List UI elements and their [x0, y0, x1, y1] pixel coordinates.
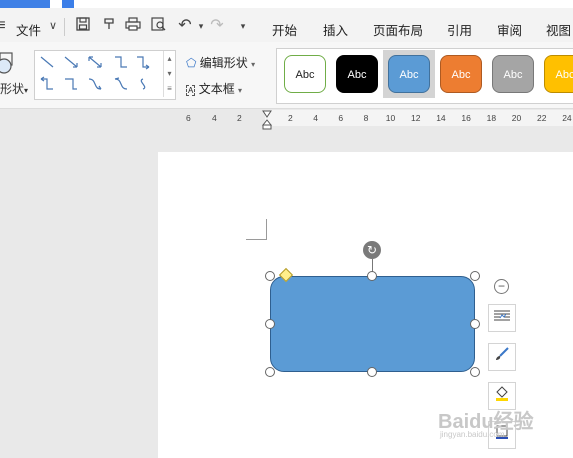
rounded-rectangle-shape[interactable]: [270, 276, 475, 372]
brush-icon: [496, 347, 509, 360]
resize-handle-top-right[interactable]: [470, 271, 480, 281]
indent-marker-icon[interactable]: [262, 110, 272, 130]
file-menu[interactable]: 文件: [16, 20, 41, 39]
style-sample-2[interactable]: Abc: [336, 55, 378, 93]
resize-handle-top[interactable]: [367, 271, 377, 281]
menu-icon[interactable]: ≡: [0, 17, 6, 35]
connector-shapes-icon[interactable]: [35, 51, 163, 97]
ruler-tick-label: 2: [237, 113, 242, 123]
text-box-icon: A: [186, 85, 196, 96]
gallery-scrollbar[interactable]: ▴ ▾ ≡: [163, 51, 175, 97]
customize-toolbar-icon[interactable]: ▾: [234, 17, 252, 35]
text-box-button[interactable]: A 文本框 ▾: [186, 80, 242, 97]
shape-style-button[interactable]: [488, 343, 516, 371]
resize-handle-bottom[interactable]: [367, 367, 377, 377]
document-tab-strip: [0, 0, 573, 8]
scroll-down-icon[interactable]: ▾: [164, 66, 175, 81]
tab-page-layout[interactable]: 页面布局: [373, 20, 423, 39]
resize-handle-left[interactable]: [265, 319, 275, 329]
ruler-tick-label: 20: [511, 113, 522, 123]
resize-handle-bottom-right[interactable]: [470, 367, 480, 377]
tab-references[interactable]: 引用: [447, 20, 472, 39]
tab-start[interactable]: 开始: [272, 20, 297, 39]
tab-view[interactable]: 视图: [546, 20, 571, 39]
home-tab[interactable]: [0, 0, 50, 8]
style-sample-4[interactable]: Abc: [440, 55, 482, 93]
tab-review[interactable]: 审阅: [497, 20, 522, 39]
collapse-toolbar-icon[interactable]: −: [494, 279, 509, 294]
tab-insert[interactable]: 插入: [323, 20, 348, 39]
watermark-url: jingyan.baidu.com: [440, 430, 505, 439]
ruler-tick-label: 16: [461, 113, 471, 123]
text-wrap-icon: [494, 310, 510, 321]
style-sample-5[interactable]: Abc: [492, 55, 534, 93]
shape-label[interactable]: 形状▾: [0, 80, 28, 97]
print-preview-icon[interactable]: [150, 17, 168, 35]
resize-handle-right[interactable]: [470, 319, 480, 329]
save-icon[interactable]: [74, 17, 92, 35]
shape-insert-icon[interactable]: [0, 52, 20, 74]
style-sample-1[interactable]: Abc: [284, 55, 326, 93]
ruler-tick-label: 6: [338, 113, 344, 123]
ruler-tick-label: 4: [212, 113, 217, 123]
fill-bucket-icon: [496, 386, 508, 401]
style-sample-6[interactable]: Abc: [544, 55, 573, 93]
text-box-label: 文本框: [198, 82, 235, 96]
style-sample-3[interactable]: Abc: [388, 55, 430, 93]
ruler-tick-label: 2: [288, 113, 293, 123]
edit-shape-button[interactable]: ⬠ 编辑形状 ▾: [186, 54, 255, 71]
chevron-down-icon[interactable]: ∨: [44, 17, 62, 35]
ruler-tick-label: 8: [363, 113, 369, 123]
scroll-up-icon[interactable]: ▴: [164, 51, 175, 66]
format-painter-icon[interactable]: [100, 17, 118, 35]
ruler-tick-label: 22: [537, 113, 547, 123]
ruler-tick-label: 24: [562, 113, 572, 123]
resize-handle-bottom-left[interactable]: [265, 367, 275, 377]
ruler-tick-label: 18: [486, 113, 497, 123]
edit-shape-icon: ⬠: [186, 56, 197, 70]
layout-options-button[interactable]: [488, 304, 516, 332]
chevron-down-icon: ▾: [238, 86, 243, 95]
chevron-down-icon: ▾: [251, 60, 256, 69]
shape-dropdown-icon[interactable]: ▾: [24, 86, 28, 95]
ruler-tick-label: 4: [313, 113, 318, 123]
ruler-tick-label: 12: [411, 113, 421, 123]
print-icon[interactable]: [124, 17, 142, 35]
document-icon: [62, 0, 74, 8]
ruler-tick-label: 10: [385, 113, 396, 123]
edit-shape-label: 编辑形状: [199, 56, 248, 70]
resize-handle-top-left[interactable]: [265, 271, 275, 281]
ruler-tick-label: 14: [436, 113, 446, 123]
shape-label-text: 形状: [0, 82, 25, 96]
rotate-handle-icon[interactable]: ↻: [363, 241, 381, 259]
redo-icon[interactable]: ↷: [208, 17, 226, 35]
shape-gallery[interactable]: [34, 50, 176, 100]
margin-corner-marker: [246, 219, 267, 240]
divider: [64, 18, 65, 36]
gallery-more-icon[interactable]: ≡: [164, 81, 175, 96]
ruler-tick-label: 6: [186, 113, 191, 123]
